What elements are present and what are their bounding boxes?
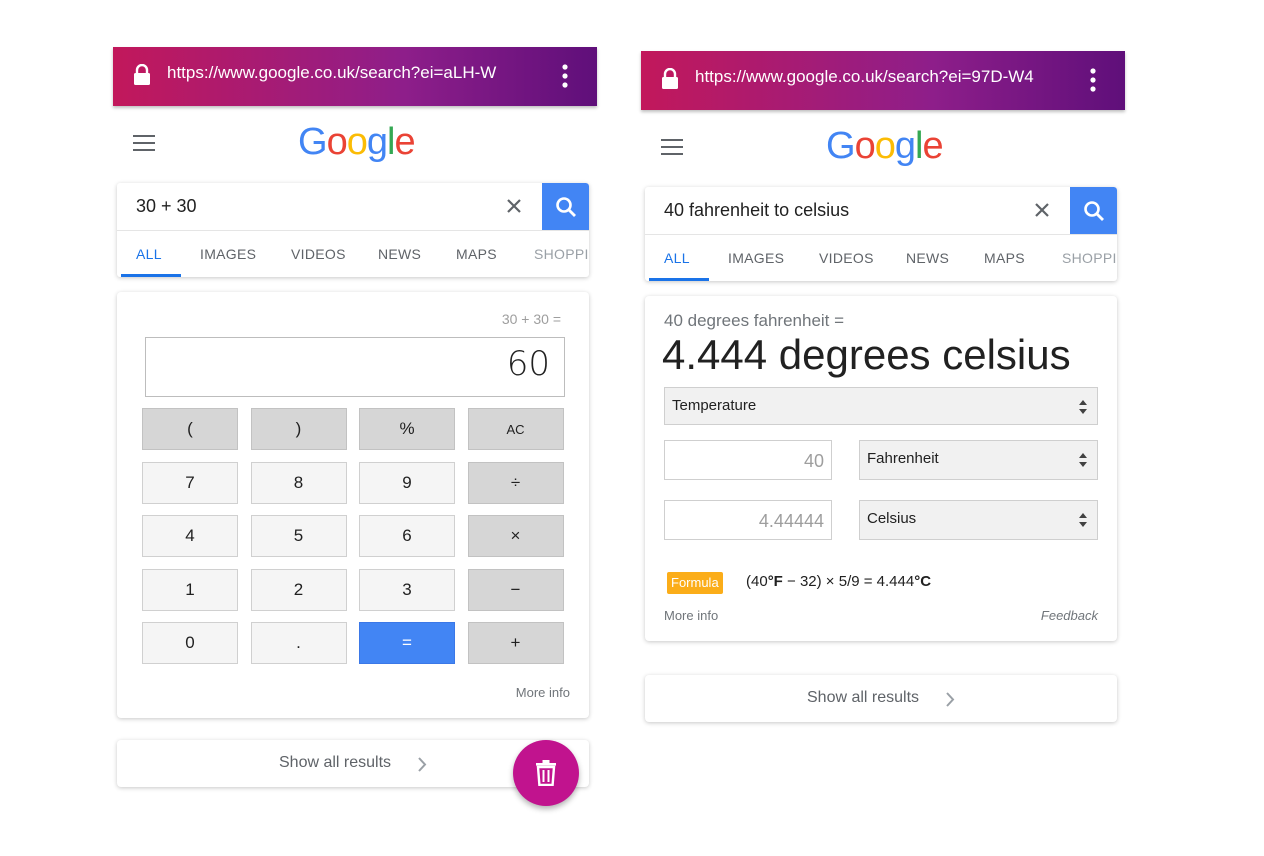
browser-url-bar[interactable]: https://www.google.co.uk/search?ei=97D-W… xyxy=(641,51,1125,110)
key-decimal[interactable]: . xyxy=(250,622,347,664)
select-arrows-icon xyxy=(1079,400,1087,414)
google-logo: Google xyxy=(298,121,416,163)
show-all-results-label: Show all results xyxy=(807,689,920,706)
chevron-right-icon xyxy=(418,757,427,772)
key-7[interactable]: 7 xyxy=(142,461,238,504)
tab-shopping[interactable]: SHOPPI xyxy=(534,246,589,262)
calculator-expression: 30 + 30 = xyxy=(501,311,561,327)
search-box-card: 30 + 30 ALL IMAGES VIDEOS NEWS MAPS SHOP… xyxy=(117,183,589,277)
tab-news[interactable]: NEWS xyxy=(378,246,421,262)
calculator-card: 30 + 30 = 60 ()% AC 7 8 9 ÷ 4 5 6 × 1 2 3− 0. = + More … xyxy=(117,292,589,718)
unit-type-select[interactable]: Temperature xyxy=(664,387,1098,425)
url-text[interactable]: https://www.google.co.uk/search?ei=97D-W… xyxy=(695,67,1055,87)
more-info-link[interactable]: More info xyxy=(664,608,718,623)
from-value-input[interactable]: 40 xyxy=(664,440,832,480)
overflow-menu-icon[interactable] xyxy=(1085,67,1101,93)
conversion-result: 4.444 degrees celsius xyxy=(662,331,1071,378)
search-button[interactable] xyxy=(1070,187,1117,234)
key-3[interactable]: 3 xyxy=(359,568,455,611)
search-tabs: ALL IMAGES VIDEOS NEWS MAPS SHOPPI xyxy=(645,234,1117,281)
tab-videos[interactable]: VIDEOS xyxy=(819,250,874,266)
search-input[interactable]: 40 fahrenheit to celsius xyxy=(664,200,849,221)
search-icon xyxy=(1083,200,1104,221)
search-icon xyxy=(555,196,576,217)
from-unit-label: Fahrenheit xyxy=(867,450,939,467)
key-4[interactable]: 4 xyxy=(142,515,238,557)
hamburger-menu-icon[interactable] xyxy=(661,138,685,156)
tab-images[interactable]: IMAGES xyxy=(728,250,784,266)
key-equals[interactable]: = xyxy=(359,622,455,664)
delete-fab-button[interactable] xyxy=(513,740,579,806)
key-9[interactable]: 9 xyxy=(359,461,455,504)
from-unit-select[interactable]: Fahrenheit xyxy=(859,440,1098,480)
conversion-subtitle: 40 degrees fahrenheit = xyxy=(664,311,845,330)
key-0[interactable]: 0 xyxy=(142,622,238,664)
unit-converter-card: 40 degrees fahrenheit = 4.444 degrees ce… xyxy=(645,296,1117,641)
key-divide[interactable]: ÷ xyxy=(467,461,564,504)
key-open-paren[interactable]: ( xyxy=(142,408,238,450)
search-box-card: 40 fahrenheit to celsius ALL IMAGES VIDE… xyxy=(645,187,1117,281)
to-unit-select[interactable]: Celsius xyxy=(859,500,1098,540)
key-5[interactable]: 5 xyxy=(250,515,347,557)
key-all-clear[interactable]: AC xyxy=(467,408,564,450)
tab-images[interactable]: IMAGES xyxy=(200,246,256,262)
tab-maps[interactable]: MAPS xyxy=(984,250,1025,266)
google-logo: Google xyxy=(826,125,944,167)
tab-all[interactable]: ALL xyxy=(136,246,162,262)
tab-all[interactable]: ALL xyxy=(664,250,690,266)
url-text[interactable]: https://www.google.co.uk/search?ei=aLH-W xyxy=(167,63,527,83)
browser-url-bar[interactable]: https://www.google.co.uk/search?ei=aLH-W xyxy=(113,47,597,106)
key-percent[interactable]: % xyxy=(359,408,455,450)
chevron-right-icon xyxy=(946,692,955,707)
tab-news[interactable]: NEWS xyxy=(906,250,949,266)
tab-videos[interactable]: VIDEOS xyxy=(291,246,346,262)
left-phone-screen: https://www.google.co.uk/search?ei=aLH-W… xyxy=(113,47,597,807)
search-input[interactable]: 30 + 30 xyxy=(136,196,197,217)
to-unit-label: Celsius xyxy=(867,510,917,527)
key-close-paren[interactable]: ) xyxy=(250,408,347,450)
calculator-result: 60 xyxy=(506,344,550,384)
tab-shopping[interactable]: SHOPPI xyxy=(1062,250,1117,266)
feedback-link[interactable]: Feedback xyxy=(1041,608,1098,623)
from-value: 40 xyxy=(803,451,824,471)
key-6[interactable]: 6 xyxy=(359,515,455,557)
key-2[interactable]: 2 xyxy=(250,568,347,611)
right-phone-screen: https://www.google.co.uk/search?ei=97D-W… xyxy=(641,51,1125,811)
formula-badge: Formula xyxy=(667,572,723,594)
active-tab-indicator xyxy=(649,278,709,281)
key-1[interactable]: 1 xyxy=(142,568,238,611)
select-arrows-icon xyxy=(1079,453,1087,467)
search-tabs: ALL IMAGES VIDEOS NEWS MAPS SHOPPI xyxy=(117,230,589,277)
hamburger-menu-icon[interactable] xyxy=(133,134,157,152)
show-all-results-card[interactable]: Show all results xyxy=(645,675,1117,722)
lock-icon xyxy=(662,68,678,89)
key-minus[interactable]: − xyxy=(467,568,564,611)
search-button[interactable] xyxy=(542,183,589,230)
key-multiply[interactable]: × xyxy=(467,515,564,557)
tab-maps[interactable]: MAPS xyxy=(456,246,497,262)
clear-icon[interactable] xyxy=(505,197,523,215)
select-arrows-icon xyxy=(1079,513,1087,527)
unit-type-label: Temperature xyxy=(672,397,757,414)
active-tab-indicator xyxy=(121,274,181,277)
clear-icon[interactable] xyxy=(1033,201,1051,219)
calculator-display: 60 xyxy=(145,337,565,397)
show-all-results-label: Show all results xyxy=(279,754,392,771)
conversion-formula: (40°F − 32) × 5/9 = 4.444°C xyxy=(746,573,932,590)
lock-icon xyxy=(134,64,150,85)
trash-icon xyxy=(536,760,556,786)
to-value: 4.44444 xyxy=(758,511,824,531)
key-plus[interactable]: + xyxy=(467,622,564,664)
to-value-input[interactable]: 4.44444 xyxy=(664,500,832,540)
key-8[interactable]: 8 xyxy=(250,461,347,504)
overflow-menu-icon[interactable] xyxy=(557,63,573,89)
more-info-link[interactable]: More info xyxy=(516,685,570,700)
